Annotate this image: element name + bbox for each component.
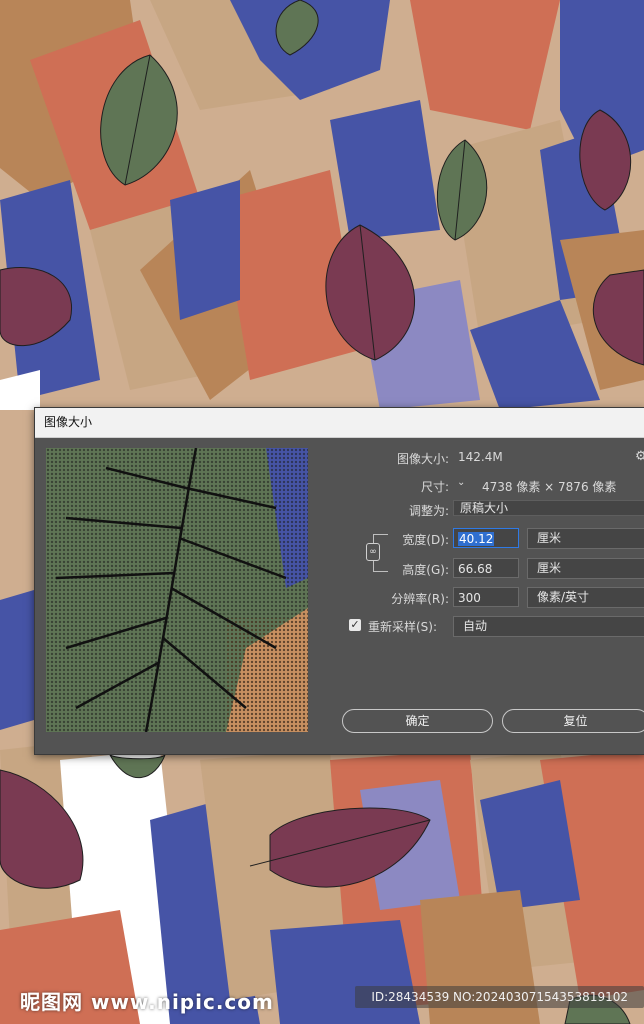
height-label: 高度(G): [402, 563, 449, 577]
link-icon[interactable]: ∞ [366, 543, 380, 561]
reset-button[interactable]: 复位 [502, 709, 644, 733]
width-unit-dropdown[interactable]: 厘米 [527, 528, 644, 549]
height-input[interactable]: 66.68 [453, 558, 519, 578]
resample-dropdown[interactable]: 自动 [453, 616, 644, 637]
resample-checkbox[interactable]: ✓ [349, 619, 361, 631]
fit-to-dropdown[interactable]: 原稿大小 [453, 500, 644, 516]
watermark-bar: 昵图网 www.nipic.com ID:28434539 NO:2024030… [0, 978, 644, 1024]
fit-to-label: 调整为: [408, 504, 449, 518]
width-input-value: 40.12 [458, 532, 495, 546]
image-size-label: 图像大小: [396, 452, 449, 466]
watermark-id: ID:28434539 NO:20240307154353819102 [355, 986, 644, 1008]
width-input[interactable]: 40.12 [453, 528, 519, 548]
width-label: 宽度(D): [402, 533, 449, 547]
image-size-dialog: 图像大小 图像大小: 142.4M ⚙ 尺寸: ⌄ 4738 像素 × 7876… [34, 407, 644, 755]
chevron-down-icon[interactable]: ⌄ [457, 477, 469, 489]
gear-icon[interactable]: ⚙ [635, 449, 644, 464]
dialog-title: 图像大小 [35, 408, 644, 438]
dimensions-value: 4738 像素 × 7876 像素 [482, 480, 617, 494]
resolution-input[interactable]: 300 [453, 587, 519, 607]
preview-leaf-image [46, 448, 308, 732]
watermark-site: 昵图网 www.nipic.com [20, 990, 274, 1014]
image-preview[interactable] [46, 448, 308, 732]
dimensions-label: 尺寸: [420, 480, 449, 494]
resample-label: 重新采样(S): [368, 620, 438, 634]
resolution-unit-dropdown[interactable]: 像素/英寸 [527, 587, 644, 608]
resolution-label: 分辨率(R): [391, 592, 449, 606]
height-unit-dropdown[interactable]: 厘米 [527, 558, 644, 579]
ok-button[interactable]: 确定 [342, 709, 493, 733]
image-size-value: 142.4M [458, 450, 503, 464]
